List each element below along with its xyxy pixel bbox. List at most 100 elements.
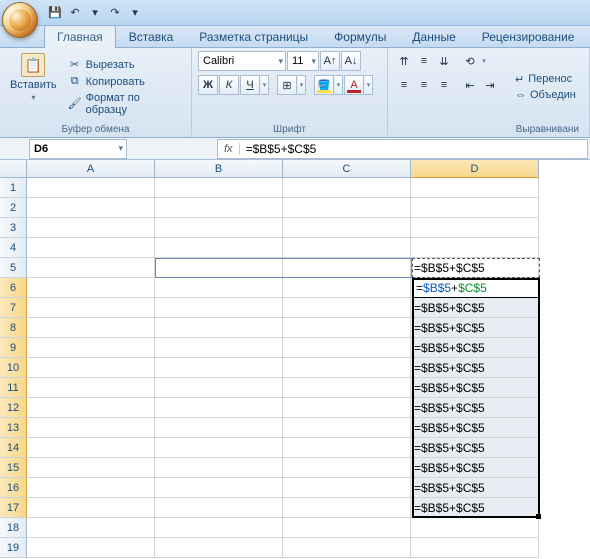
name-box[interactable]: D6 — [29, 139, 127, 159]
cell[interactable] — [27, 238, 155, 258]
decrease-indent-icon[interactable]: ⇤ — [460, 75, 480, 95]
row-header[interactable]: 14 — [0, 438, 27, 458]
font-color-dropdown[interactable]: ▾ — [365, 75, 373, 95]
cell[interactable] — [283, 218, 411, 238]
cell[interactable] — [283, 378, 411, 398]
cell[interactable] — [155, 258, 283, 278]
bold-button[interactable]: Ж — [198, 75, 218, 95]
tab-layout[interactable]: Разметка страницы — [186, 25, 321, 48]
cell[interactable] — [155, 438, 283, 458]
cell[interactable] — [155, 378, 283, 398]
cell[interactable] — [283, 498, 411, 518]
cell[interactable]: =$B$5+$C$5 — [411, 398, 539, 418]
cell[interactable] — [283, 298, 411, 318]
cell[interactable] — [27, 398, 155, 418]
redo-icon[interactable]: ↷ — [106, 4, 124, 22]
col-header[interactable]: D — [411, 160, 539, 178]
cell[interactable] — [283, 338, 411, 358]
cut-button[interactable]: ✂Вырезать — [65, 57, 185, 73]
row-header[interactable]: 1 — [0, 178, 27, 198]
cell[interactable] — [155, 338, 283, 358]
row-header[interactable]: 9 — [0, 338, 27, 358]
cell[interactable] — [155, 198, 283, 218]
row-header[interactable]: 2 — [0, 198, 27, 218]
align-top-icon[interactable]: ⇈ — [394, 51, 414, 71]
cell[interactable] — [155, 178, 283, 198]
underline-dropdown[interactable]: ▾ — [261, 75, 269, 95]
cell[interactable] — [283, 478, 411, 498]
orientation-icon[interactable]: ⟲ — [460, 51, 480, 71]
cell[interactable] — [27, 378, 155, 398]
tab-review[interactable]: Рецензирование — [469, 25, 588, 48]
cell[interactable]: =$B$5+$C$5 — [411, 418, 539, 438]
cell[interactable] — [283, 198, 411, 218]
cell[interactable] — [27, 438, 155, 458]
underline-button[interactable]: Ч — [240, 75, 260, 95]
formula-bar[interactable]: fx =$B$5+$C$5 — [217, 139, 588, 159]
row-header[interactable]: 11 — [0, 378, 27, 398]
italic-button[interactable]: К — [219, 75, 239, 95]
undo-more-icon[interactable]: ▾ — [86, 4, 104, 22]
row-header[interactable]: 6 — [0, 278, 27, 298]
cell[interactable] — [155, 518, 283, 538]
cell[interactable] — [155, 218, 283, 238]
qat-customize-icon[interactable]: ▾ — [126, 4, 144, 22]
cell[interactable] — [411, 218, 539, 238]
align-right-icon[interactable]: ≡ — [434, 75, 454, 95]
cell[interactable] — [283, 178, 411, 198]
copy-button[interactable]: ⧉Копировать — [65, 74, 185, 90]
merge-button[interactable]: ⇔Объедин — [512, 88, 579, 102]
cell[interactable] — [27, 478, 155, 498]
col-header[interactable]: B — [155, 160, 283, 178]
cells-grid[interactable]: =$B$5+$C$5 =$B$5+$C$5=$B$5+$C$5=$B$5+$C$… — [27, 178, 539, 558]
font-size-select[interactable]: 11 — [287, 51, 319, 71]
tab-formulas[interactable]: Формулы — [321, 25, 399, 48]
cell[interactable] — [411, 178, 539, 198]
cell[interactable] — [27, 498, 155, 518]
fill-color-dropdown[interactable]: ▾ — [335, 75, 343, 95]
cell[interactable] — [27, 458, 155, 478]
cell[interactable]: =$B$5+$C$5 — [411, 498, 539, 518]
cell[interactable]: =$B$5+$C$5 — [411, 378, 539, 398]
cell[interactable]: =$B$5+$C$5 — [411, 478, 539, 498]
undo-icon[interactable]: ↶ — [66, 4, 84, 22]
active-cell[interactable]: =$B$5+$C$5 — [412, 278, 540, 298]
cell[interactable] — [283, 258, 411, 278]
row-header[interactable]: 16 — [0, 478, 27, 498]
cell[interactable] — [27, 258, 155, 278]
cell[interactable] — [155, 358, 283, 378]
cell[interactable] — [27, 298, 155, 318]
cell[interactable] — [283, 518, 411, 538]
cell[interactable] — [27, 218, 155, 238]
cell[interactable] — [27, 178, 155, 198]
align-bottom-icon[interactable]: ⇊ — [434, 51, 454, 71]
col-header[interactable]: C — [283, 160, 411, 178]
cell[interactable] — [155, 538, 283, 558]
cell[interactable] — [155, 278, 283, 298]
cell[interactable] — [283, 438, 411, 458]
row-header[interactable]: 13 — [0, 418, 27, 438]
decrease-font-icon[interactable]: A↓ — [341, 51, 361, 71]
format-painter-button[interactable]: 🖌Формат по образцу — [65, 91, 185, 117]
cell[interactable] — [283, 398, 411, 418]
fill-color-button[interactable]: 🪣 — [314, 75, 334, 95]
office-button[interactable] — [2, 2, 38, 38]
cell[interactable] — [155, 298, 283, 318]
cell[interactable]: =$B$5+$C$5 — [411, 298, 539, 318]
tab-data[interactable]: Данные — [399, 25, 468, 48]
cell[interactable] — [411, 238, 539, 258]
cell[interactable] — [27, 418, 155, 438]
align-center-icon[interactable]: ≡ — [414, 75, 434, 95]
wrap-text-button[interactable]: ↵Перенос — [512, 72, 579, 87]
cell[interactable] — [155, 398, 283, 418]
font-color-button[interactable]: A — [344, 75, 364, 95]
row-header[interactable]: 5 — [0, 258, 27, 278]
cell[interactable] — [155, 418, 283, 438]
cell[interactable]: =$B$5+$C$5 — [411, 438, 539, 458]
font-name-select[interactable]: Calibri — [198, 51, 286, 71]
border-dropdown[interactable]: ▾ — [298, 75, 306, 95]
cell[interactable] — [283, 418, 411, 438]
tab-home[interactable]: Главная — [44, 25, 116, 48]
cell[interactable] — [283, 318, 411, 338]
cell[interactable] — [283, 358, 411, 378]
